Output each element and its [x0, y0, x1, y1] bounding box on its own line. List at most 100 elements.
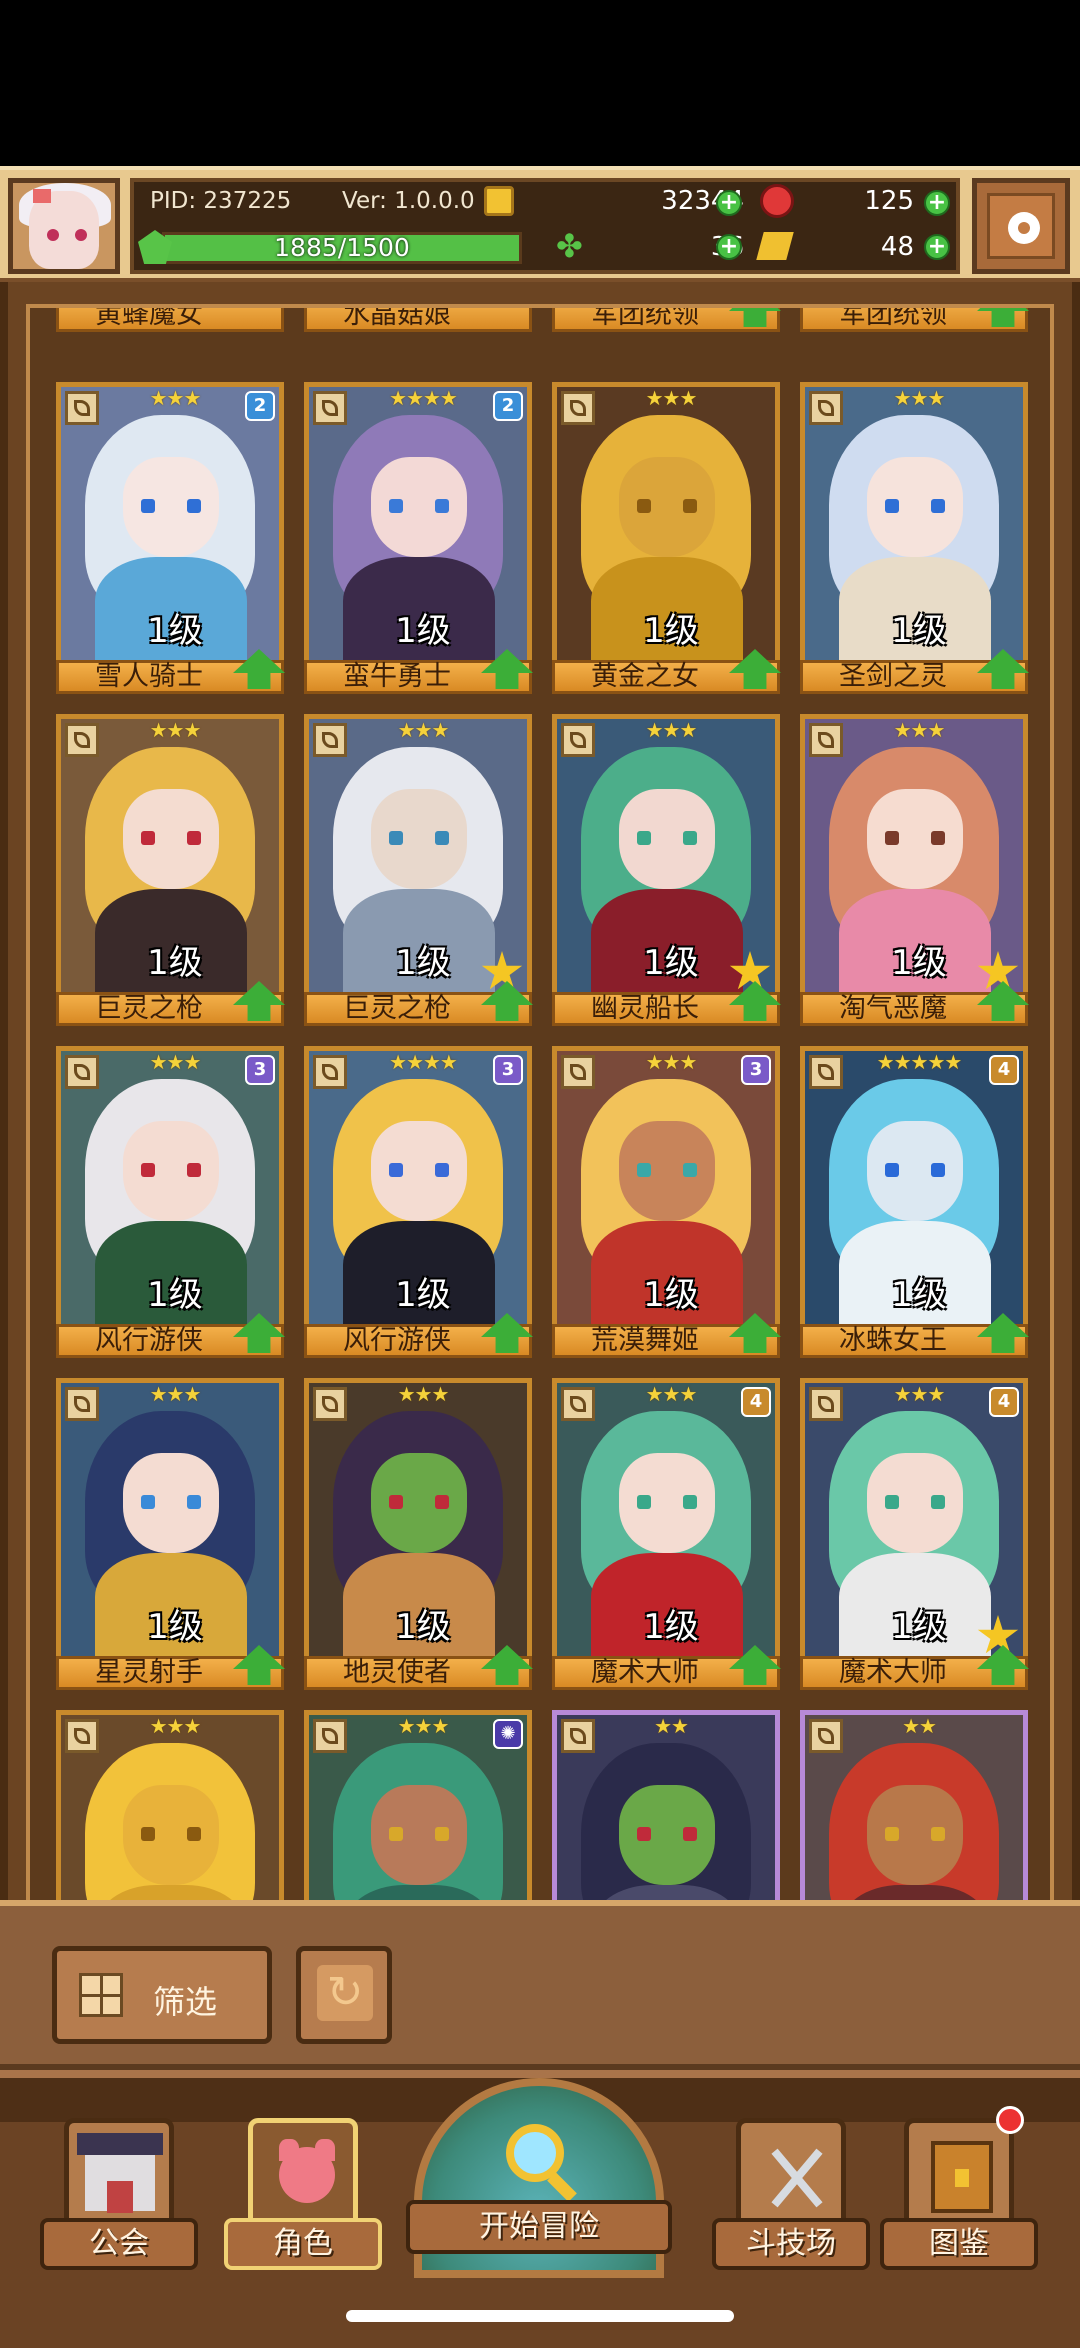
character-card[interactable]: ★★★ 1级 幽灵船长: [552, 714, 780, 1026]
character-face: [619, 457, 715, 557]
refresh-icon: ↻: [317, 1965, 373, 2021]
character-card[interactable]: 军团统领: [552, 308, 780, 332]
character-portrait: ★★★ 3 1级: [552, 1046, 780, 1330]
character-card[interactable]: ★★★ 1级 星灵射手: [56, 1378, 284, 1690]
ticket-amount: 48: [880, 232, 914, 262]
character-name-bar: 巨灵之枪: [304, 992, 532, 1026]
character-card[interactable]: 水晶菇娘: [304, 308, 532, 332]
nav-characters[interactable]: 角色: [224, 2118, 382, 2288]
character-card[interactable]: ★★: [800, 1710, 1028, 1910]
character-name: 魔术大师: [591, 1657, 699, 1688]
avatar-eye: [47, 229, 59, 241]
add-ruby-button[interactable]: +: [924, 190, 950, 216]
character-card[interactable]: ★★★ 3 1级 荒漠舞姬: [552, 1046, 780, 1358]
upgrade-arrow-icon: [481, 981, 533, 1029]
character-eye: [435, 1163, 449, 1177]
character-name: 黄金之女: [591, 661, 699, 692]
nav-guild[interactable]: 公会: [40, 2118, 198, 2288]
character-name-bar: 军团统领: [800, 308, 1028, 332]
character-eye: [683, 831, 697, 845]
tier-badge: 4: [741, 1387, 771, 1417]
character-eye: [187, 1163, 201, 1177]
character-portrait: ★★★ ✺: [304, 1710, 532, 1910]
character-face: [867, 457, 963, 557]
upgrade-arrow-icon: [977, 981, 1029, 1029]
upgrade-arrow-icon: [729, 649, 781, 697]
nav-codex[interactable]: 图鉴: [880, 2118, 1038, 2288]
add-gold-button[interactable]: +: [716, 190, 742, 216]
nav-codex-label-bar: 图鉴: [880, 2218, 1038, 2270]
character-eye: [389, 499, 403, 513]
character-card[interactable]: ★★★ 3 1级 风行游侠: [56, 1046, 284, 1358]
character-eye: [435, 831, 449, 845]
character-face: [619, 789, 715, 889]
character-eye: [187, 1827, 201, 1841]
character-card[interactable]: ★★★ 4 1级 魔术大师: [800, 1378, 1028, 1690]
settings-button[interactable]: [972, 178, 1070, 274]
player-avatar[interactable]: [8, 178, 120, 274]
character-card[interactable]: 黄蜂魔女: [56, 308, 284, 332]
ruby-amount: 125: [864, 186, 914, 216]
character-card[interactable]: ★★★ 1级 淘气恶魔: [800, 714, 1028, 1026]
character-card[interactable]: ★★★ ✺: [304, 1710, 532, 1910]
nav-codex-label: 图鉴: [929, 2226, 989, 2261]
character-level: 1级: [147, 1275, 203, 1315]
character-card[interactable]: ★★★ 1级 巨灵之枪: [56, 714, 284, 1026]
character-card[interactable]: ★★★ 2 1级 雪人骑士: [56, 382, 284, 694]
character-name: 魔术大师: [839, 1657, 947, 1688]
character-portrait: ★★★ 3 1级: [56, 1046, 284, 1330]
character-card[interactable]: ★★★ 1级 地灵使者: [304, 1378, 532, 1690]
character-face: [371, 1453, 467, 1553]
refresh-button[interactable]: ↻: [296, 1946, 392, 2044]
rarity-stars: ★★★: [645, 386, 698, 410]
upgrade-arrow-icon: [233, 1313, 285, 1361]
character-card[interactable]: ★★★ 4 1级 魔术大师: [552, 1378, 780, 1690]
tier-badge: 4: [989, 1055, 1019, 1085]
start-adventure-label-bar[interactable]: 开始冒险: [406, 2200, 672, 2254]
character-card[interactable]: ★★★★ 3 1级 风行游侠: [304, 1046, 532, 1358]
add-ticket-button[interactable]: +: [924, 234, 950, 260]
character-eye: [683, 1495, 697, 1509]
character-icon: [248, 2118, 358, 2228]
character-name-bar: 荒漠舞姬: [552, 1324, 780, 1358]
character-name-bar: 风行游侠: [56, 1324, 284, 1358]
character-card[interactable]: ★★★ 1级 黄金之女: [552, 382, 780, 694]
character-card[interactable]: ★★★★ 2 1级 蛮牛勇士: [304, 382, 532, 694]
nav-arena[interactable]: 斗技场: [712, 2118, 870, 2288]
character-eye: [187, 1495, 201, 1509]
character-card[interactable]: ★★★: [56, 1710, 284, 1910]
rarity-stars: ★★★: [893, 718, 946, 742]
avatar-bow: [33, 189, 51, 203]
rarity-stars: ★★★: [893, 386, 946, 410]
character-eye: [389, 1827, 403, 1841]
character-eye: [931, 1163, 945, 1177]
character-eye: [683, 499, 697, 513]
character-card[interactable]: ★★★ 1级 圣剑之灵: [800, 382, 1028, 694]
nav-guild-label-bar: 公会: [40, 2218, 198, 2270]
character-eye: [931, 499, 945, 513]
filter-button[interactable]: 筛选: [52, 1946, 272, 2044]
home-indicator[interactable]: [346, 2310, 734, 2322]
character-card[interactable]: ★★★★★ 4 1级 冰蛛女王: [800, 1046, 1028, 1358]
character-card[interactable]: ★★★ 1级 巨灵之枪: [304, 714, 532, 1026]
character-name-bar: 蛮牛勇士: [304, 660, 532, 694]
nav-arena-label: 斗技场: [746, 2226, 836, 2261]
character-name: 风行游侠: [343, 1325, 451, 1356]
character-eye: [885, 499, 899, 513]
character-name-bar: 星灵射手: [56, 1656, 284, 1690]
upgrade-arrow-icon: [233, 649, 285, 697]
filter-area: 筛选 ↻: [0, 1900, 1080, 2070]
character-grid[interactable]: 黄蜂魔女 水晶菇娘 军团统领 军团统领 ★★★ 2 1级 雪人骑士 ★★★★ 2 1级 蛮牛勇士 ★★★…: [26, 304, 1054, 1910]
character-face: [123, 1121, 219, 1221]
character-card[interactable]: ★★: [552, 1710, 780, 1910]
character-name: 巨灵之枪: [343, 993, 451, 1024]
character-card[interactable]: 军团统领: [800, 308, 1028, 332]
character-level: 1级: [147, 943, 203, 983]
add-clover-button[interactable]: +: [716, 234, 742, 260]
character-level: 1级: [891, 1275, 947, 1315]
character-portrait: ★★: [800, 1710, 1028, 1910]
character-face: [867, 1453, 963, 1553]
character-face: [867, 1121, 963, 1221]
tier-badge: 4: [989, 1387, 1019, 1417]
tier-badge: ✺: [493, 1719, 523, 1749]
